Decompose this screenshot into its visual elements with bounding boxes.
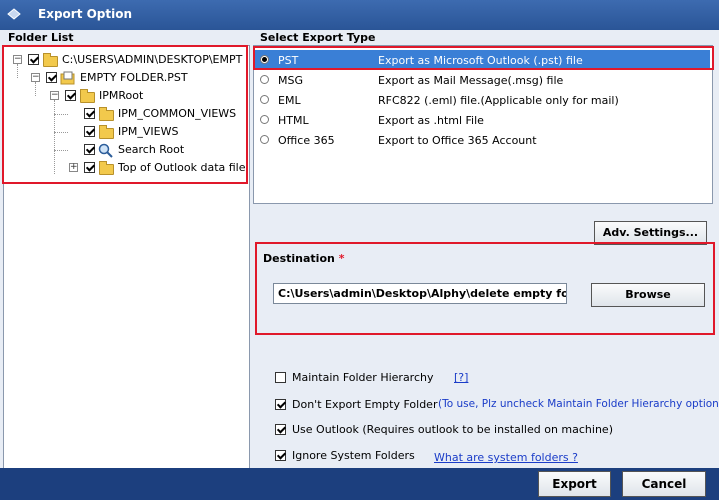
pst-option-highlight: [253, 46, 714, 70]
export-option-office365[interactable]: Office 365 Export to Office 365 Account: [254, 130, 710, 150]
export-option-eml[interactable]: EML RFC822 (.eml) file.(Applicable only …: [254, 90, 710, 110]
footer-bar: [0, 468, 719, 500]
help-link[interactable]: [?]: [454, 371, 468, 384]
radio-button[interactable]: [260, 135, 269, 144]
export-option-msg[interactable]: MSG Export as Mail Message(.msg) file: [254, 70, 710, 90]
option-label: Ignore System Folders: [292, 449, 415, 462]
radio-button[interactable]: [260, 115, 269, 124]
folder-list-header: Folder List: [8, 31, 74, 44]
system-folders-link[interactable]: What are system folders ?: [434, 451, 578, 464]
export-option-name: EML: [278, 94, 301, 107]
required-mark: *: [338, 252, 345, 265]
browse-button[interactable]: Browse: [591, 283, 705, 307]
option-label: Don't Export Empty Folder: [292, 398, 438, 411]
ignore-system-checkbox[interactable]: [275, 450, 286, 461]
export-option-desc: Export as .html File: [378, 114, 484, 127]
option-label: Use Outlook (Requires outlook to be inst…: [292, 423, 613, 436]
export-option-desc: Export to Office 365 Account: [378, 134, 537, 147]
export-option-name: HTML: [278, 114, 309, 127]
dont-export-empty-checkbox[interactable]: [275, 399, 286, 410]
export-option-desc: RFC822 (.eml) file.(Applicable only for …: [378, 94, 619, 107]
cancel-button[interactable]: Cancel: [622, 471, 706, 497]
app-logo-icon: [7, 8, 21, 20]
export-button[interactable]: Export: [538, 471, 611, 497]
dont-export-empty-note: (To use, Plz uncheck Maintain Folder Hie…: [438, 398, 719, 410]
export-type-header: Select Export Type: [260, 31, 376, 44]
export-option-html[interactable]: HTML Export as .html File: [254, 110, 710, 130]
destination-label: Destination: [263, 252, 335, 265]
radio-button[interactable]: [260, 95, 269, 104]
export-option-name: MSG: [278, 74, 303, 87]
destination-label-group: Destination *: [263, 252, 344, 265]
destination-path-field[interactable]: C:\Users\admin\Desktop\Alphy\delete empt…: [273, 283, 567, 304]
title-bar: Export Option: [0, 0, 719, 30]
option-label: Maintain Folder Hierarchy: [292, 371, 434, 384]
use-outlook-checkbox[interactable]: [275, 424, 286, 435]
window-title: Export Option: [38, 7, 133, 21]
export-option-desc: Export as Mail Message(.msg) file: [378, 74, 564, 87]
export-option-name: Office 365: [278, 134, 335, 147]
folder-tree-highlight: [2, 45, 248, 184]
maintain-hierarchy-checkbox[interactable]: [275, 372, 286, 383]
radio-button[interactable]: [260, 75, 269, 84]
